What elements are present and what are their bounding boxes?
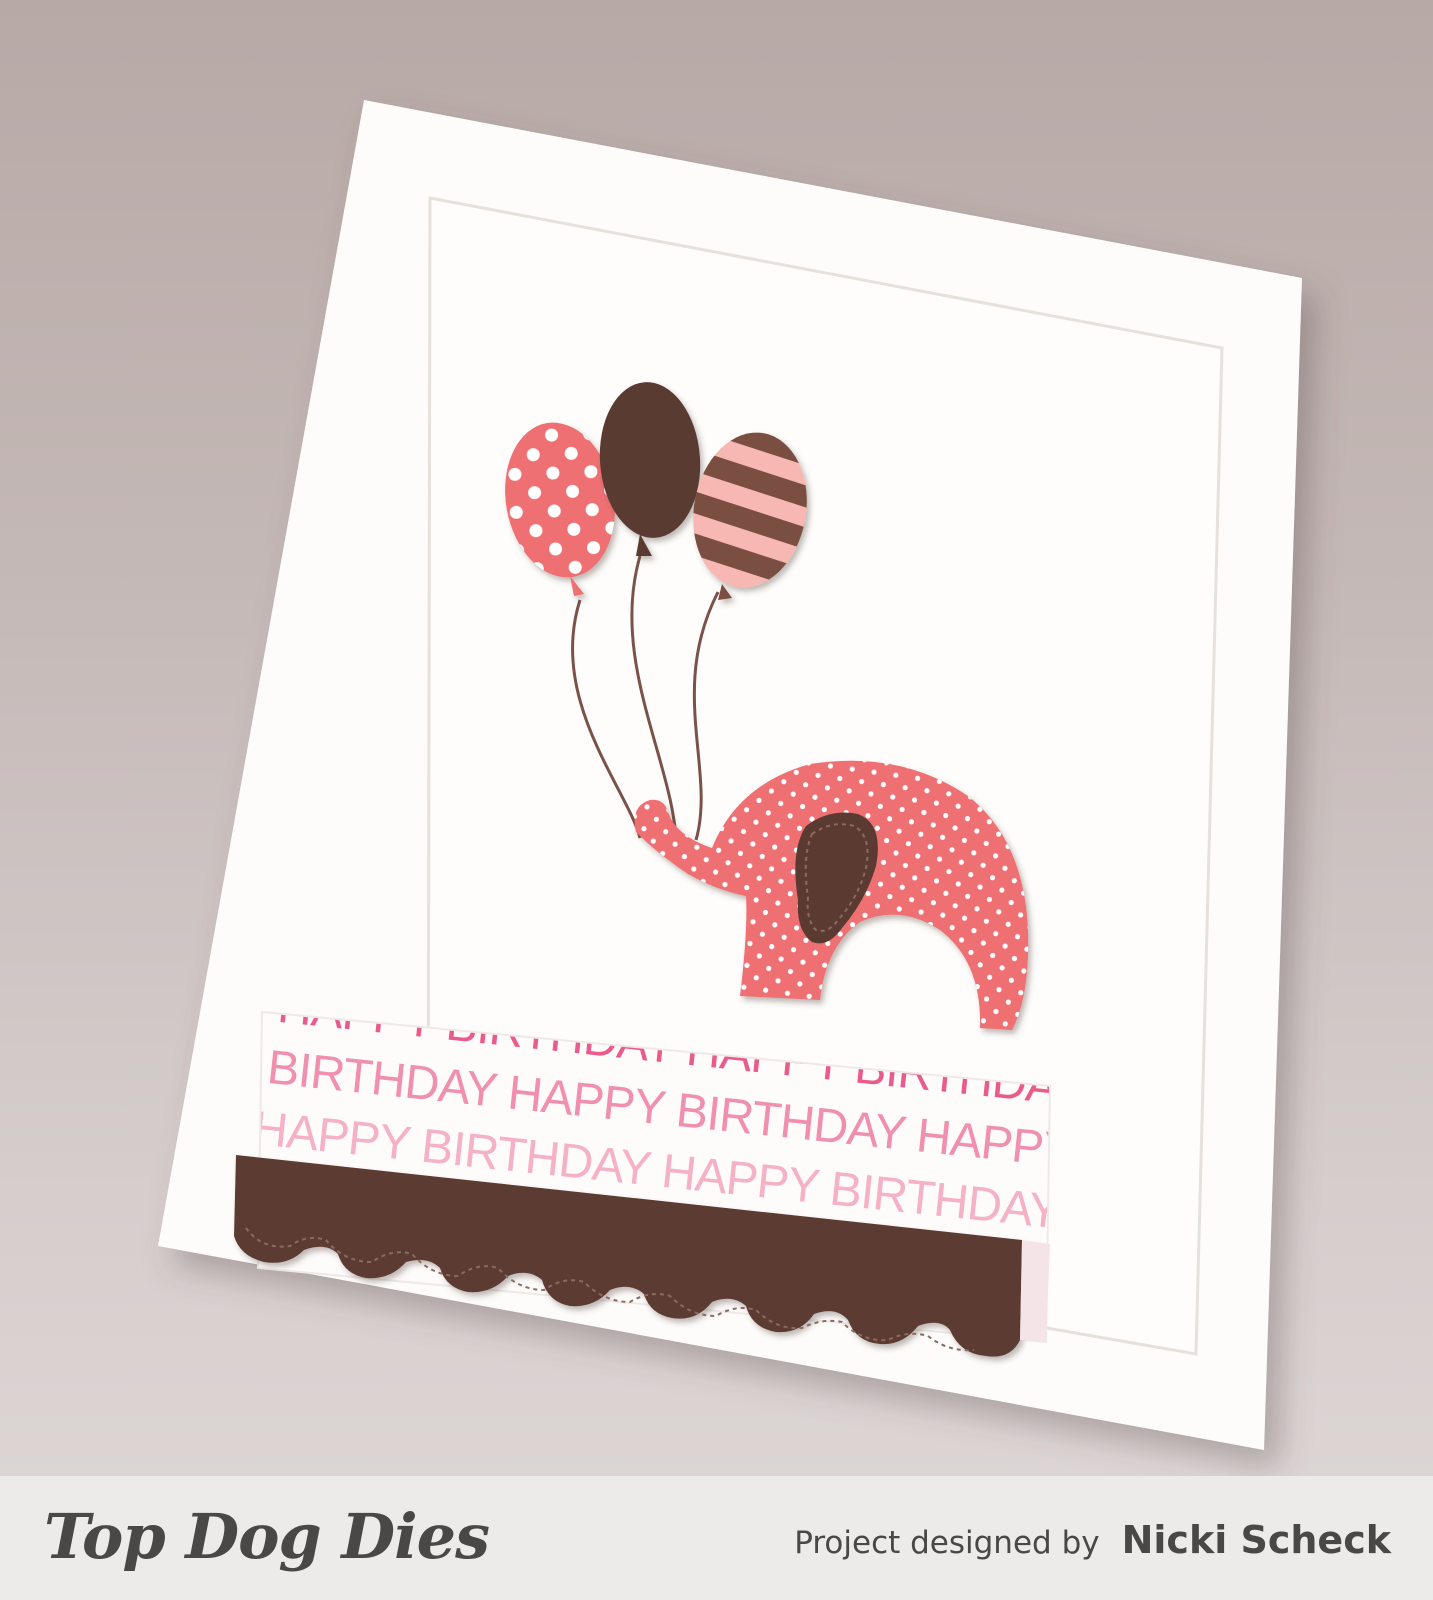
credit-label: Project designed by bbox=[794, 1525, 1100, 1561]
pink-panel-corner bbox=[1020, 1240, 1050, 1342]
brand-logo: Top Dog Dies bbox=[44, 1500, 490, 1573]
craft-card-photo: ' BIRTHDAY HAPPY BIRTHDAY HAPPY BIRTHDAY… bbox=[158, 100, 1302, 1450]
designer-name: Nicki Scheck bbox=[1121, 1518, 1391, 1562]
designer-credit: Project designed by Nicki Scheck bbox=[794, 1518, 1391, 1562]
